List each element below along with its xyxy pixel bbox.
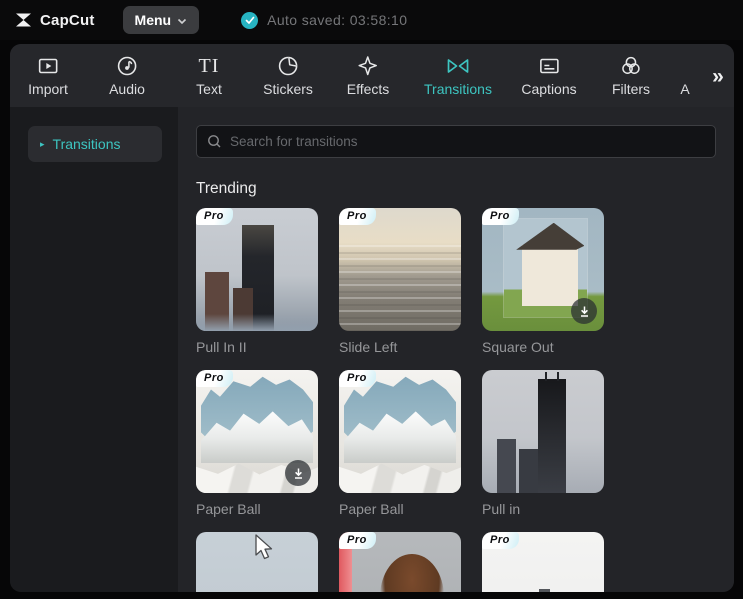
transitions-grid: Pro Pull In II Pro Slide Left Pro Square Out P… — [196, 208, 628, 592]
tab-label: Text — [196, 81, 222, 97]
tab-adjustment-cut[interactable]: A — [680, 44, 689, 97]
tab-label: Transitions — [424, 81, 492, 97]
thumbnail-art-layer — [380, 554, 444, 592]
transition-thumbnail[interactable]: Pro — [196, 208, 318, 331]
sidebar-item-transitions[interactable]: ▸ Transitions — [28, 126, 162, 162]
pro-badge: Pro — [482, 208, 519, 225]
thumbnail-art-layer — [339, 463, 461, 493]
thumbnail-art-layer — [339, 244, 461, 331]
transition-thumbnail[interactable]: Pro — [339, 208, 461, 331]
transition-card[interactable]: Pro Square Out — [482, 208, 604, 355]
tab-label: Stickers — [263, 81, 313, 97]
menu-button[interactable]: Menu — [122, 6, 200, 34]
thumbnail-art-layer — [539, 588, 551, 592]
tab-label: A — [680, 81, 690, 97]
autosave-status: Auto saved: 03:58:10 — [241, 11, 408, 29]
tab-label: Captions — [521, 81, 577, 97]
tab-stickers[interactable]: Stickers — [263, 44, 313, 97]
capcut-logo-icon — [16, 13, 31, 27]
thumbnail-art-layer — [545, 372, 548, 382]
pro-badge: Pro — [339, 208, 376, 225]
filters-icon — [619, 53, 643, 79]
transition-thumbnail[interactable]: Pro — [339, 370, 461, 493]
download-icon[interactable] — [285, 460, 311, 486]
tab-label: Filters — [611, 81, 651, 97]
effects-icon — [356, 53, 380, 79]
transition-card[interactable]: Pro Slide Left — [339, 208, 461, 355]
transition-card[interactable]: Pro Pull In II — [196, 208, 318, 355]
transition-name: Pull in — [482, 501, 521, 517]
search-icon — [208, 135, 221, 148]
tab-label: Effects — [346, 81, 390, 97]
transition-card[interactable]: Pro Paper Ball — [339, 370, 461, 517]
download-icon[interactable] — [571, 298, 597, 324]
transition-thumbnail[interactable]: Pro — [339, 532, 461, 592]
text-icon: TI — [198, 54, 220, 77]
pro-badge: Pro — [196, 208, 233, 225]
thumbnail-art-layer — [196, 313, 318, 331]
transition-name: Square Out — [482, 339, 554, 355]
media-tabbar: Import Audio TI Text Stickers Effects Tr… — [10, 44, 734, 107]
autosave-check-icon — [241, 11, 259, 29]
sidebar: ▸ Transitions — [10, 107, 178, 592]
content-area: Trending Pro Pull In II Pro Slide Left Pro Sq… — [178, 107, 734, 592]
pro-badge: Pro — [196, 370, 233, 387]
transition-card[interactable]: Pro — [339, 532, 461, 592]
sidebar-item-label: Transitions — [52, 136, 121, 152]
audio-icon — [115, 53, 139, 79]
search-input[interactable] — [230, 134, 705, 149]
transition-name: Paper Ball — [196, 501, 261, 517]
panel-body: ▸ Transitions Trending Pro Pull In II Pro S… — [10, 107, 734, 592]
chevron-down-icon — [178, 18, 187, 24]
tab-import[interactable]: Import — [28, 44, 68, 97]
section-title: Trending — [196, 180, 257, 197]
thumbnail-art-layer — [522, 244, 579, 307]
thumbnail-art-layer — [496, 438, 517, 493]
import-icon — [36, 53, 60, 79]
transition-card[interactable]: Pull in — [482, 370, 604, 517]
tab-label: Audio — [109, 81, 145, 97]
tab-effects[interactable]: Effects — [346, 44, 390, 97]
triangle-right-icon: ▸ — [40, 138, 45, 149]
transition-name: Paper Ball — [339, 501, 404, 517]
tab-filters[interactable]: Filters — [612, 44, 650, 97]
tab-captions[interactable]: Captions — [521, 44, 577, 97]
transition-card[interactable]: Pro — [482, 532, 604, 592]
tabbar-overflow-button[interactable]: » — [700, 62, 734, 92]
transition-name: Pull In II — [196, 339, 247, 355]
tab-text[interactable]: TI Text — [196, 44, 222, 98]
transition-thumbnail[interactable]: Pro — [196, 370, 318, 493]
stickers-icon — [276, 53, 300, 79]
pro-badge: Pro — [339, 370, 376, 387]
capcut-logo: CapCut — [14, 10, 95, 30]
transition-thumbnail[interactable] — [482, 370, 604, 493]
transition-thumbnail[interactable]: Pro — [482, 208, 604, 331]
pro-badge: Pro — [482, 532, 519, 549]
transition-card[interactable]: Pro Paper Ball — [196, 370, 318, 517]
top-bar: CapCut Menu Auto saved: 03:58:10 — [0, 0, 743, 40]
captions-icon — [537, 53, 561, 79]
pro-badge: Pro — [339, 532, 376, 549]
transitions-icon — [445, 53, 471, 79]
tab-label: Import — [28, 81, 68, 97]
tab-transitions[interactable]: Transitions — [424, 44, 492, 97]
transition-name: Slide Left — [339, 339, 398, 355]
transition-card[interactable] — [196, 532, 318, 592]
transition-thumbnail[interactable]: Pro — [482, 532, 604, 592]
search-bar[interactable] — [196, 125, 716, 158]
tab-audio[interactable]: Audio — [109, 44, 145, 97]
main-panel: Import Audio TI Text Stickers Effects Tr… — [10, 44, 734, 592]
thumbnail-art-layer — [538, 378, 567, 493]
capcut-logo-text: CapCut — [40, 11, 95, 29]
transition-thumbnail[interactable] — [196, 532, 318, 592]
autosave-text: Auto saved: 03:58:10 — [267, 12, 408, 28]
menu-button-label: Menu — [134, 12, 172, 28]
